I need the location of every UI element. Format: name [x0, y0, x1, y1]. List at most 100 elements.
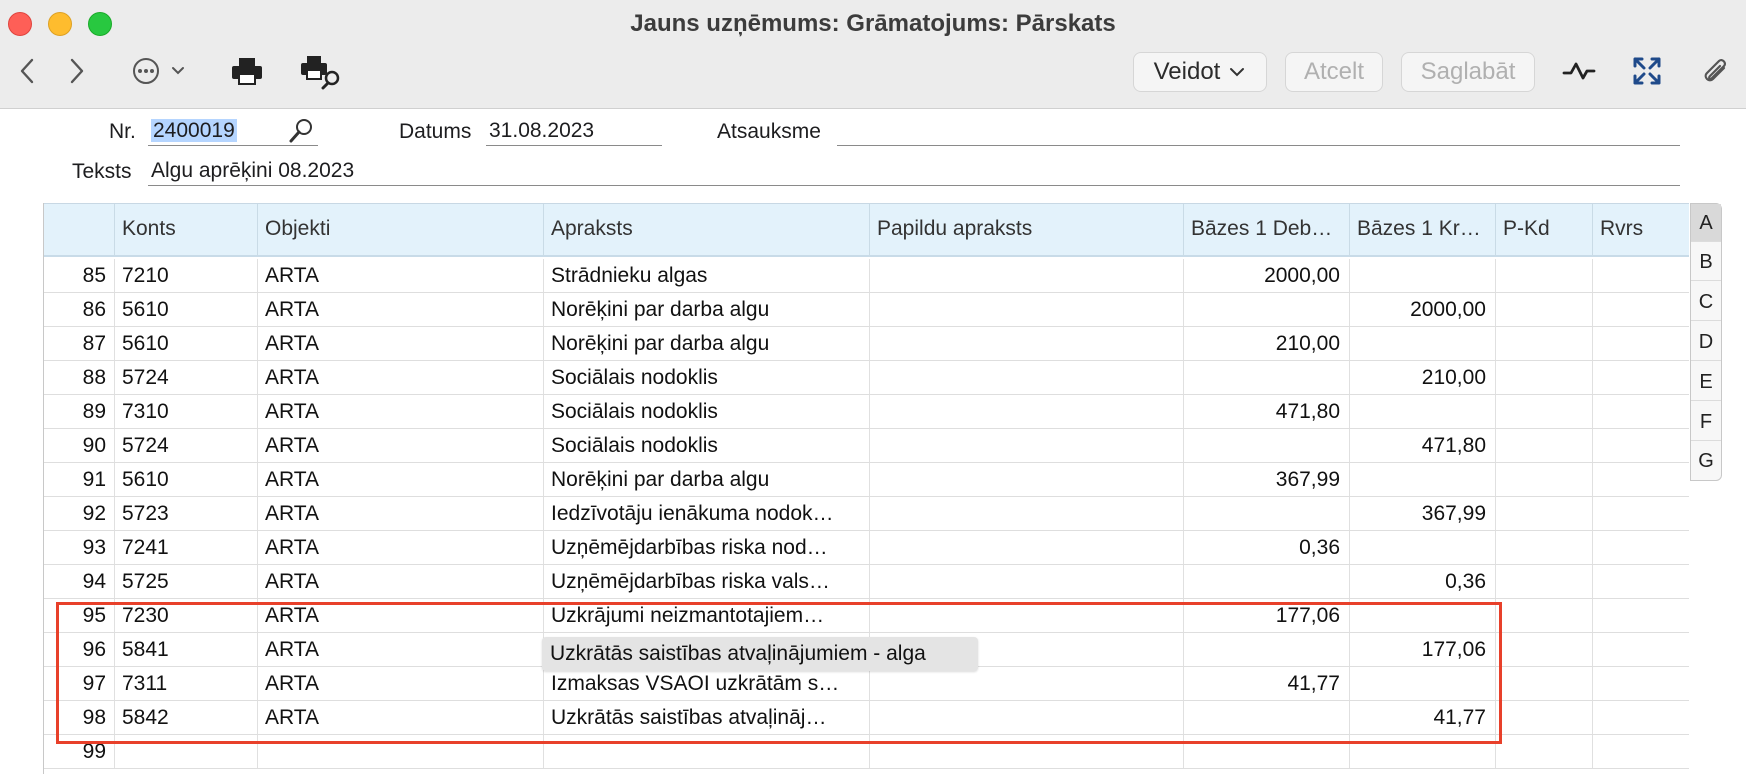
kredits-cell[interactable]: 2000,00	[1349, 293, 1495, 326]
rvrs-cell[interactable]	[1592, 599, 1689, 632]
rvrs-cell[interactable]	[1592, 565, 1689, 598]
debets-cell[interactable]	[1183, 565, 1349, 598]
debets-cell[interactable]: 367,99	[1183, 463, 1349, 496]
papildu-apraksts-cell[interactable]	[869, 327, 1183, 360]
kredits-cell[interactable]	[1349, 327, 1495, 360]
kredits-cell[interactable]: 471,80	[1349, 429, 1495, 462]
apraksts-cell[interactable]: Strādnieku algas	[543, 259, 869, 292]
debets-cell[interactable]: 177,06	[1183, 599, 1349, 632]
apraksts-cell[interactable]: Norēķini par darba algu	[543, 327, 869, 360]
rvrs-cell[interactable]	[1592, 667, 1689, 700]
papildu-apraksts-cell[interactable]	[869, 429, 1183, 462]
konts-cell[interactable]: 7310	[114, 395, 257, 428]
debets-cell[interactable]	[1183, 429, 1349, 462]
papildu-apraksts-cell[interactable]	[869, 361, 1183, 394]
tab-b[interactable]: B	[1691, 243, 1721, 281]
kredits-cell[interactable]	[1349, 395, 1495, 428]
expand-icon[interactable]	[1630, 54, 1664, 88]
kredits-cell[interactable]: 177,06	[1349, 633, 1495, 666]
konts-cell[interactable]: 5610	[114, 293, 257, 326]
veidot-button[interactable]: Veidot	[1133, 52, 1267, 92]
rvrs-cell[interactable]	[1592, 293, 1689, 326]
pkd-cell[interactable]	[1495, 327, 1592, 360]
pkd-cell[interactable]	[1495, 497, 1592, 530]
kredits-cell[interactable]	[1349, 531, 1495, 564]
table-row[interactable]: 90 5724 ARTA Sociālais nodoklis 471,80	[44, 429, 1689, 463]
objekti-cell[interactable]: ARTA	[257, 701, 543, 734]
pkd-cell[interactable]	[1495, 599, 1592, 632]
column-header-papildu-apraksts[interactable]: Papildu apraksts	[869, 204, 1183, 256]
table-row[interactable]: 92 5723 ARTA Iedzīvotāju ienākuma nodok……	[44, 497, 1689, 531]
table-row[interactable]: 94 5725 ARTA Uzņēmējdarbības riska vals……	[44, 565, 1689, 599]
objekti-cell[interactable]: ARTA	[257, 327, 543, 360]
tab-e[interactable]: E	[1691, 363, 1721, 401]
activity-icon[interactable]	[1562, 56, 1596, 86]
rvrs-cell[interactable]	[1592, 463, 1689, 496]
kredits-cell[interactable]: 0,36	[1349, 565, 1495, 598]
column-header-debets[interactable]: Bāzes 1 Deb…	[1183, 204, 1349, 256]
table-row[interactable]: 85 7210 ARTA Strādnieku algas 2000,00	[44, 259, 1689, 293]
atsauksme-field[interactable]	[837, 118, 1680, 146]
objekti-cell[interactable]: ARTA	[257, 429, 543, 462]
teksts-field[interactable]: Algu aprēķini 08.2023	[148, 158, 1680, 186]
konts-cell[interactable]: 7311	[114, 667, 257, 700]
pkd-cell[interactable]	[1495, 463, 1592, 496]
objekti-cell[interactable]: ARTA	[257, 293, 543, 326]
kredits-cell[interactable]: 367,99	[1349, 497, 1495, 530]
kredits-cell[interactable]	[1349, 735, 1495, 768]
apraksts-cell[interactable]: Uzkrājumi neizmantotajiem…	[543, 599, 869, 632]
konts-cell[interactable]: 5842	[114, 701, 257, 734]
rvrs-cell[interactable]	[1592, 735, 1689, 768]
column-header-kredits[interactable]: Bāzes 1 Kr…	[1349, 204, 1495, 256]
table-row[interactable]: 93 7241 ARTA Uzņēmējdarbības riska nod… …	[44, 531, 1689, 565]
pkd-cell[interactable]	[1495, 259, 1592, 292]
pkd-cell[interactable]	[1495, 701, 1592, 734]
papildu-apraksts-cell[interactable]	[869, 667, 1183, 700]
print-icon[interactable]	[229, 54, 265, 88]
objekti-cell[interactable]: ARTA	[257, 497, 543, 530]
datums-field[interactable]: 31.08.2023	[486, 118, 662, 146]
table-row[interactable]: 97 7311 ARTA Izmaksas VSAOI uzkrātām s… …	[44, 667, 1689, 701]
debets-cell[interactable]	[1183, 361, 1349, 394]
konts-cell[interactable]	[114, 735, 257, 768]
papildu-apraksts-cell[interactable]	[869, 395, 1183, 428]
apraksts-cell[interactable]	[543, 735, 869, 768]
papildu-apraksts-cell[interactable]	[869, 497, 1183, 530]
tab-c[interactable]: C	[1691, 283, 1721, 321]
rvrs-cell[interactable]	[1592, 259, 1689, 292]
objekti-cell[interactable]: ARTA	[257, 599, 543, 632]
debets-cell[interactable]	[1183, 293, 1349, 326]
objekti-cell[interactable]: ARTA	[257, 565, 543, 598]
papildu-apraksts-cell[interactable]	[869, 735, 1183, 768]
saglabat-button[interactable]: Saglabāt	[1401, 52, 1535, 92]
debets-cell[interactable]: 41,77	[1183, 667, 1349, 700]
rvrs-cell[interactable]	[1592, 327, 1689, 360]
apraksts-cell[interactable]: Uzkrātās saistības atvaļināj…	[543, 701, 869, 734]
konts-cell[interactable]: 5610	[114, 463, 257, 496]
rvrs-cell[interactable]	[1592, 633, 1689, 666]
rvrs-cell[interactable]	[1592, 429, 1689, 462]
debets-cell[interactable]	[1183, 633, 1349, 666]
atcelt-button[interactable]: Atcelt	[1285, 52, 1383, 92]
column-header-konts[interactable]: Konts	[114, 204, 257, 256]
print-preview-icon[interactable]	[299, 54, 343, 90]
objekti-cell[interactable]: ARTA	[257, 667, 543, 700]
papildu-apraksts-cell[interactable]	[869, 531, 1183, 564]
objekti-cell[interactable]: ARTA	[257, 361, 543, 394]
more-icon[interactable]	[131, 56, 191, 86]
konts-cell[interactable]: 5610	[114, 327, 257, 360]
objekti-cell[interactable]: ARTA	[257, 463, 543, 496]
pkd-cell[interactable]	[1495, 531, 1592, 564]
kredits-cell[interactable]: 41,77	[1349, 701, 1495, 734]
table-row[interactable]: 99	[44, 735, 1689, 769]
rvrs-cell[interactable]	[1592, 531, 1689, 564]
kredits-cell[interactable]	[1349, 259, 1495, 292]
kredits-cell[interactable]	[1349, 667, 1495, 700]
apraksts-cell[interactable]: Uzņēmējdarbības riska vals…	[543, 565, 869, 598]
rvrs-cell[interactable]	[1592, 395, 1689, 428]
debets-cell[interactable]: 210,00	[1183, 327, 1349, 360]
column-header-apraksts[interactable]: Apraksts	[543, 204, 869, 256]
objekti-cell[interactable]	[257, 735, 543, 768]
papildu-apraksts-cell[interactable]	[869, 293, 1183, 326]
table-row[interactable]: 95 7230 ARTA Uzkrājumi neizmantotajiem… …	[44, 599, 1689, 633]
